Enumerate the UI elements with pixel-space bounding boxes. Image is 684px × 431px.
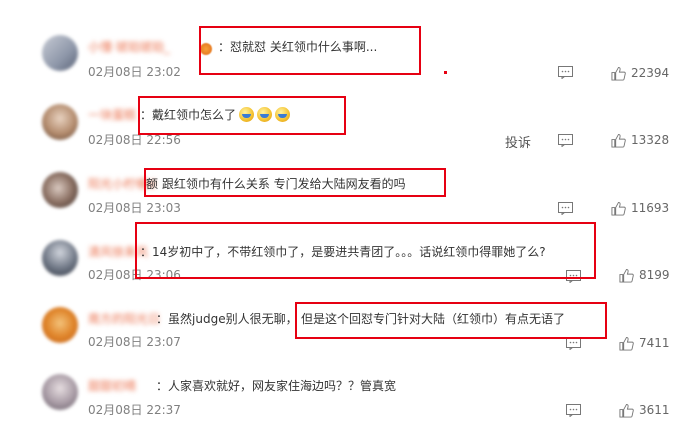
red-dot bbox=[444, 71, 447, 74]
avatar[interactable] bbox=[42, 240, 78, 276]
avatar[interactable] bbox=[42, 104, 78, 140]
avatar[interactable] bbox=[42, 374, 78, 410]
thumbs-up-icon bbox=[619, 336, 634, 351]
like-count: 13328 bbox=[631, 133, 670, 147]
like-count: 11693 bbox=[631, 201, 670, 215]
thumbs-up-icon bbox=[611, 201, 626, 216]
like-button[interactable]: 3611 bbox=[619, 402, 670, 418]
reply-icon[interactable] bbox=[558, 134, 573, 147]
comment-text: ：人家喜欢就好，网友家住海边吗？？管真宽 bbox=[156, 379, 397, 393]
username[interactable]: 南方的阳光日 bbox=[88, 310, 160, 327]
highlight-box bbox=[295, 302, 607, 339]
like-count: 3611 bbox=[639, 403, 670, 417]
avatar[interactable] bbox=[42, 172, 78, 208]
thumbs-up-icon bbox=[619, 403, 634, 418]
highlight-box bbox=[135, 222, 596, 279]
thumbs-up-icon bbox=[619, 268, 634, 283]
reply-icon[interactable] bbox=[558, 66, 573, 79]
highlight-box bbox=[144, 168, 446, 197]
comment-text: ：虽然judge别人很无聊， bbox=[156, 312, 298, 326]
avatar[interactable] bbox=[42, 35, 78, 71]
like-count: 7411 bbox=[639, 336, 670, 350]
username[interactable]: 小懂·琥珀琥珀_ bbox=[88, 38, 170, 55]
highlight-box bbox=[138, 96, 346, 135]
report-button[interactable]: 投诉 bbox=[505, 132, 531, 151]
like-button[interactable]: 7411 bbox=[619, 335, 670, 351]
thumbs-up-icon bbox=[611, 66, 626, 81]
like-button[interactable]: 8199 bbox=[619, 267, 670, 283]
timestamp: 02月08日 23:07 bbox=[88, 335, 181, 349]
like-button[interactable]: 13328 bbox=[611, 132, 669, 148]
avatar[interactable] bbox=[42, 307, 78, 343]
timestamp: 02月08日 23:02 bbox=[88, 65, 181, 79]
highlight-box bbox=[199, 26, 421, 75]
like-button[interactable]: 11693 bbox=[611, 200, 669, 216]
timestamp: 02月08日 23:03 bbox=[88, 201, 181, 215]
like-count: 22394 bbox=[631, 66, 670, 80]
like-count: 8199 bbox=[639, 268, 670, 282]
username[interactable]: 甜甜初晴 bbox=[88, 377, 136, 394]
reply-icon[interactable] bbox=[566, 404, 581, 417]
username[interactable]: 一块蛋糕 bbox=[88, 106, 136, 123]
like-button[interactable]: 22394 bbox=[611, 65, 669, 81]
thumbs-up-icon bbox=[611, 133, 626, 148]
timestamp: 02月08日 22:37 bbox=[88, 403, 181, 417]
reply-icon[interactable] bbox=[558, 202, 573, 215]
